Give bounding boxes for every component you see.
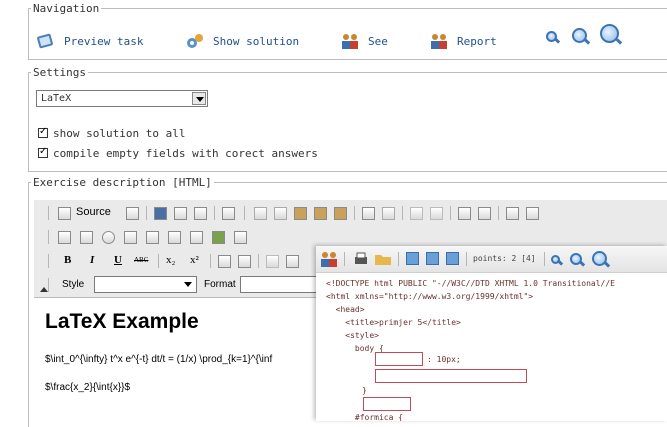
- show-solution-button[interactable]: Show solution: [185, 31, 299, 51]
- image-button-icon[interactable]: [212, 231, 225, 244]
- overlay-panel: points: 2 [4] <!DOCTYPE html PUBLIC "-//…: [316, 246, 667, 421]
- compile-empty-checkbox[interactable]: [38, 146, 48, 158]
- show-solution-checkbox-label: show solution to all: [53, 127, 186, 140]
- report-label: Report: [457, 34, 497, 48]
- collapse-toolbar-icon[interactable]: [40, 287, 48, 292]
- subscript-button[interactable]: x₂: [166, 254, 175, 266]
- overlay-zoom-out-icon[interactable]: [551, 255, 560, 264]
- select-field-icon[interactable]: [168, 231, 181, 244]
- undo-icon[interactable]: [410, 207, 423, 220]
- overlay-toolbar: points: 2 [4]: [316, 246, 667, 273]
- exercise-legend: Exercise description [HTML]: [33, 176, 212, 189]
- superscript-button[interactable]: x²: [190, 254, 199, 266]
- style-label: Style: [62, 279, 85, 290]
- format-select[interactable]: LaTeX: [36, 90, 208, 107]
- textarea-icon[interactable]: [146, 231, 159, 244]
- print-icon[interactable]: [362, 207, 375, 220]
- layout-three-icon[interactable]: [446, 252, 459, 265]
- template-icon[interactable]: [126, 207, 139, 220]
- outdent-icon[interactable]: [266, 255, 279, 268]
- printer-icon[interactable]: [353, 251, 369, 267]
- see-button[interactable]: See: [340, 31, 388, 51]
- editor-line-2: $\frac{x_2}{\int{x}}$: [45, 382, 131, 393]
- indent-icon[interactable]: [286, 255, 299, 268]
- navigation-legend: Navigation: [33, 2, 100, 15]
- hidden-field-icon[interactable]: [234, 231, 247, 244]
- new-page-icon[interactable]: [174, 207, 187, 220]
- see-label: See: [368, 34, 388, 48]
- code-line-4: <title>primjer 5</title>: [326, 318, 461, 327]
- layout-one-icon[interactable]: [406, 252, 419, 265]
- preview-icon: [37, 33, 53, 49]
- select-all-icon[interactable]: [506, 207, 519, 220]
- style-select[interactable]: [94, 276, 197, 293]
- textfield-icon[interactable]: [124, 231, 137, 244]
- code-line-1: <!DOCTYPE html PUBLIC "-//W3C//DTD XHTML…: [326, 279, 615, 288]
- code-line-9: #formica {: [326, 413, 404, 421]
- code-line-5: <style>: [326, 331, 379, 340]
- find-icon[interactable]: [458, 207, 471, 220]
- numbered-list-icon[interactable]: [218, 255, 231, 268]
- gears-icon: [187, 34, 203, 48]
- preview-page-icon[interactable]: [194, 207, 207, 220]
- bold-button[interactable]: B: [64, 254, 71, 266]
- overlay-zoom-in-icon[interactable]: [592, 251, 607, 266]
- people-group-icon[interactable]: [319, 250, 339, 268]
- editor-line-1: $\int_0^{\infty} t^x e^{-t} dt/t = (1/x)…: [45, 354, 273, 365]
- bullet-list-icon[interactable]: [238, 255, 251, 268]
- layout-two-icon[interactable]: [426, 252, 439, 265]
- people-icon: [342, 34, 358, 49]
- paste-word-icon[interactable]: [334, 207, 347, 220]
- italic-button[interactable]: I: [90, 254, 94, 266]
- zoom-in-icon[interactable]: [600, 24, 619, 43]
- templates-icon[interactable]: [222, 207, 235, 220]
- zoom-out-icon[interactable]: [546, 31, 557, 42]
- css-rule-field[interactable]: [375, 369, 527, 383]
- report-people-icon: [431, 34, 447, 49]
- redo-icon[interactable]: [430, 207, 443, 220]
- style-chevron-down-icon: [181, 278, 195, 291]
- chevron-down-icon: [192, 92, 206, 105]
- paste-icon[interactable]: [294, 207, 307, 220]
- cut-icon[interactable]: [254, 207, 267, 220]
- code-line-8: }: [362, 386, 367, 395]
- code-line-3: <head>: [326, 305, 365, 314]
- replace-icon[interactable]: [478, 207, 491, 220]
- show-solution-label: Show solution: [213, 34, 300, 48]
- remove-format-icon[interactable]: [526, 207, 539, 220]
- strike-button[interactable]: ABC: [134, 256, 148, 264]
- checkbox-icon[interactable]: [80, 231, 93, 244]
- copy-icon[interactable]: [274, 207, 287, 220]
- radio-icon[interactable]: [102, 231, 115, 244]
- preview-task-button[interactable]: Preview task: [36, 31, 143, 51]
- show-solution-checkbox[interactable]: [38, 126, 48, 138]
- code-line-7: : 10px;: [427, 355, 461, 364]
- source-button[interactable]: Source: [76, 206, 111, 218]
- form-icon[interactable]: [58, 231, 71, 244]
- underline-button[interactable]: U: [114, 254, 122, 266]
- css-property-field[interactable]: [375, 352, 423, 366]
- paste-text-icon[interactable]: [314, 207, 327, 220]
- format-label: Format: [204, 279, 236, 290]
- format-style-select[interactable]: [240, 276, 320, 293]
- folder-icon[interactable]: [374, 251, 392, 267]
- points-label: points: 2 [4]: [473, 254, 536, 263]
- button-field-icon[interactable]: [190, 231, 203, 244]
- preview-task-label: Preview task: [64, 34, 144, 48]
- report-button[interactable]: Report: [429, 31, 497, 51]
- compile-empty-checkbox-label: compile empty fields with corect answers: [53, 147, 318, 160]
- overlay-zoom-reset-icon[interactable]: [570, 253, 582, 265]
- editor-toolbar-row-1: Source: [34, 200, 667, 226]
- css-selector-field[interactable]: [363, 397, 411, 411]
- save-icon[interactable]: [154, 207, 167, 220]
- format-select-value: LaTeX: [41, 93, 72, 104]
- settings-legend: Settings: [33, 66, 86, 79]
- editor-heading: LaTeX Example: [45, 310, 199, 333]
- zoom-reset-icon[interactable]: [572, 28, 587, 43]
- spellcheck-icon[interactable]: [382, 207, 395, 220]
- code-line-2: <html xmlns="http://www.w3.org/1999/xhtm…: [326, 292, 534, 301]
- source-icon[interactable]: [58, 207, 71, 220]
